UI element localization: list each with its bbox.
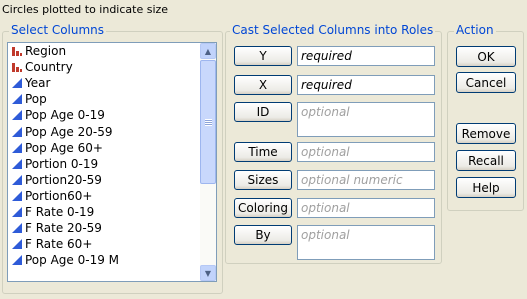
column-list-item[interactable]: Portion60+ xyxy=(8,188,200,204)
nominal-bar-icon xyxy=(11,61,23,73)
continuous-triangle-icon xyxy=(11,238,23,250)
continuous-triangle-icon xyxy=(11,93,23,105)
grip-icon xyxy=(204,118,212,126)
dialog-hint: Circles plotted to indicate size xyxy=(2,3,169,16)
column-label: Region xyxy=(25,44,67,59)
column-list-item[interactable]: Year xyxy=(8,75,200,91)
time-role-field[interactable]: optional xyxy=(297,142,435,162)
column-list-item[interactable]: Portion 0-19 xyxy=(8,156,200,172)
columns-listbox[interactable]: Region Country Year Pop Pop Age 0-19 Pop Age … xyxy=(7,42,217,282)
continuous-triangle-icon xyxy=(11,109,23,121)
column-label: Pop Age 20-59 xyxy=(25,124,113,139)
column-label: Year xyxy=(25,76,51,91)
column-label: F Rate 0-19 xyxy=(25,204,95,219)
column-label: Portion60+ xyxy=(25,188,93,203)
column-label: Pop Age 60+ xyxy=(25,140,103,155)
column-list-item[interactable]: F Rate 60+ xyxy=(8,236,200,252)
scroll-thumb[interactable] xyxy=(200,60,216,184)
column-list-item[interactable]: Pop Age 0-19 M xyxy=(8,252,200,268)
scroll-down-button[interactable]: ▼ xyxy=(200,265,216,281)
by-role-field[interactable]: optional xyxy=(297,225,435,260)
column-label: Pop Age 0-19 M xyxy=(25,253,120,268)
chevron-up-icon: ▲ xyxy=(204,46,212,56)
ok-button[interactable]: OK xyxy=(456,46,516,67)
coloring-role-field[interactable]: optional xyxy=(297,198,435,218)
column-list-item[interactable]: Pop Age 60+ xyxy=(8,140,200,156)
select-columns-group: Select Columns Region Country Year Pop Pop A… xyxy=(2,23,223,294)
roles-title: Cast Selected Columns into Roles xyxy=(230,23,436,37)
column-label: Country xyxy=(25,60,73,75)
continuous-triangle-icon xyxy=(11,158,23,170)
column-label: Portion20-59 xyxy=(25,172,102,187)
columns-list: Region Country Year Pop Pop Age 0-19 Pop Age … xyxy=(8,43,200,281)
select-columns-title: Select Columns xyxy=(9,23,107,37)
x-role-field[interactable]: required xyxy=(297,75,435,95)
continuous-triangle-icon xyxy=(11,142,23,154)
column-label: Pop Age 0-19 xyxy=(25,108,105,123)
column-label: Pop xyxy=(25,92,47,107)
x-role-button[interactable]: X xyxy=(234,75,292,95)
nominal-bar-icon xyxy=(11,45,23,57)
column-list-item[interactable]: Pop Age 0-19 xyxy=(8,107,200,123)
action-title: Action xyxy=(454,23,496,37)
continuous-triangle-icon xyxy=(11,77,23,89)
y-role-field[interactable]: required xyxy=(297,46,435,66)
help-button[interactable]: Help xyxy=(456,177,516,198)
cancel-button[interactable]: Cancel xyxy=(456,72,516,93)
by-role-button[interactable]: By xyxy=(234,225,292,245)
y-role-button[interactable]: Y xyxy=(234,46,292,66)
id-role-field[interactable]: optional xyxy=(297,102,435,137)
column-list-item[interactable]: Pop Age 20-59 xyxy=(8,123,200,139)
columns-scrollbar[interactable]: ▲ ▼ xyxy=(200,43,216,281)
column-list-item[interactable]: F Rate 0-19 xyxy=(8,204,200,220)
sizes-role-field[interactable]: optional numeric xyxy=(297,170,435,190)
remove-button[interactable]: Remove xyxy=(456,123,516,144)
continuous-triangle-icon xyxy=(11,254,23,266)
column-list-item[interactable]: Country xyxy=(8,59,200,75)
continuous-triangle-icon xyxy=(11,126,23,138)
column-list-item[interactable]: Region xyxy=(8,43,200,59)
recall-button[interactable]: Recall xyxy=(456,150,516,171)
column-label: F Rate 60+ xyxy=(25,237,93,252)
column-list-item[interactable]: Portion20-59 xyxy=(8,172,200,188)
scroll-up-button[interactable]: ▲ xyxy=(200,43,216,59)
id-role-button[interactable]: ID xyxy=(234,102,292,122)
column-list-item[interactable]: Pop xyxy=(8,91,200,107)
column-label: F Rate 20-59 xyxy=(25,221,102,236)
continuous-triangle-icon xyxy=(11,174,23,186)
column-list-item[interactable]: F Rate 20-59 xyxy=(8,220,200,236)
time-role-button[interactable]: Time xyxy=(234,142,292,162)
coloring-role-button[interactable]: Coloring xyxy=(234,198,292,218)
continuous-triangle-icon xyxy=(11,222,23,234)
continuous-triangle-icon xyxy=(11,190,23,202)
sizes-role-button[interactable]: Sizes xyxy=(234,170,292,190)
column-label: Portion 0-19 xyxy=(25,156,99,171)
chevron-down-icon: ▼ xyxy=(204,268,212,278)
continuous-triangle-icon xyxy=(11,206,23,218)
